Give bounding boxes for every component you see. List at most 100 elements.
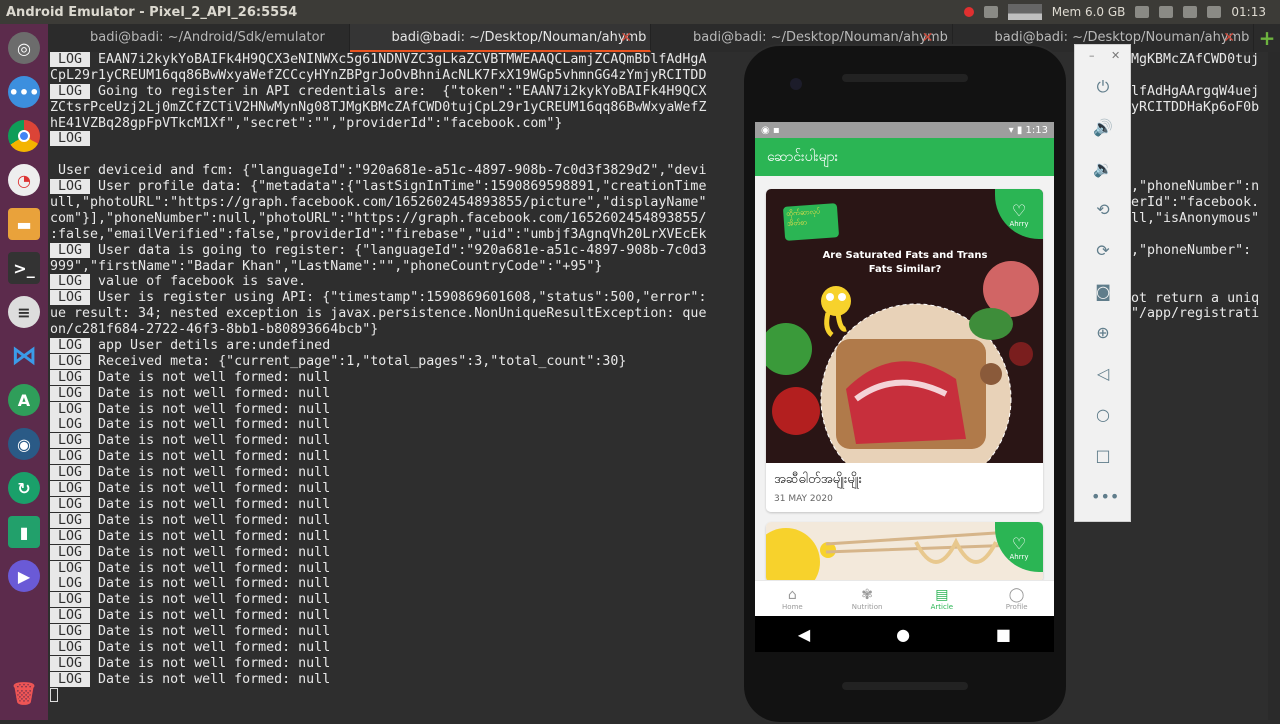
log-tag: LOG [50,179,91,195]
log-text: Date is not well formed: null [90,385,331,401]
tab-label: badi@badi: ~/Desktop/Nouman/ahymb [693,30,948,45]
media-player-icon[interactable]: ▶ [8,560,40,592]
log-text: ue result: 34; nested exception is javax… [50,306,707,322]
log-text: Date is not well formed: null [90,401,331,417]
back-icon[interactable]: ◁ [1091,362,1115,386]
record-icon[interactable] [963,7,974,17]
log-line: LOG Date is not well formed: null [50,655,1268,672]
ubuntu-icon[interactable]: ◎ [8,32,40,64]
disk-icon[interactable]: ≡ [8,296,40,328]
volume-down-icon[interactable]: 🔉 [1091,157,1115,181]
log-text: Date is not well formed: null [90,608,331,624]
recents-icon[interactable]: ■ [996,625,1011,644]
log-line-overflow: MgKBMcZAfCWD0tuj [1131,52,1260,67]
log-line: LOG Date is not well formed: null [50,608,1268,624]
chat-icon[interactable]: ••• [8,76,40,108]
trash-icon[interactable]: 🗑 [8,678,40,710]
tab-emulator[interactable]: badi@badi: ~/Android/Sdk/emulator [48,24,350,52]
log-line: LOG Date is not well formed: null [50,592,1268,608]
more-icon[interactable]: ••• [1091,485,1119,509]
camera-icon[interactable]: ◙ [1091,280,1115,304]
android-status-bar: ◉ ▪ ▾ ▮ 1:13 [755,122,1054,138]
log-text: app User detils are:undefined [90,338,331,354]
nav-nutrition[interactable]: ✾ Nutrition [830,581,905,616]
emulator-icon[interactable]: ▮ [8,516,40,548]
terminal-icon[interactable]: >_ [8,252,40,284]
chrome-icon[interactable] [8,120,40,152]
vscode-icon[interactable]: ⋈ [8,340,40,372]
log-line: LOG Date is not well formed: null [50,624,1268,640]
badge-label: Ahrry [1009,219,1029,228]
minimize-icon[interactable]: – [1089,49,1095,62]
volume-up-icon[interactable]: 🔊 [1091,116,1115,140]
nav-label: Profile [1005,602,1028,611]
cursor [50,687,58,702]
speaker-grille [842,74,968,82]
pie-app-icon[interactable]: ◔ [8,164,40,196]
tab-label: badi@badi: ~/Desktop/Nouman/ahymb [391,30,647,45]
remote-desktop-icon[interactable]: ◉ [8,428,40,460]
log-text: Date is not well formed: null [90,624,331,640]
log-text: hE41VZBq28gpFpVTkcM1Xf","secret":"","pro… [50,115,563,131]
log-line: LOG Date is not well formed: null [50,576,1268,592]
bottom-navigation: ⌂ Home ✾ Nutrition ▤ Article ◯ Profile [755,580,1054,616]
back-icon[interactable]: ◀ [798,625,810,644]
rotate-right-icon[interactable]: ⟳ [1091,239,1115,263]
close-icon[interactable]: ✕ [620,24,632,52]
home-button-icon[interactable]: ● [896,625,910,644]
article-card[interactable]: ထိုက်ဆာလုပ် အိတ်စာ Are Saturated Fats an… [766,189,1043,512]
log-line-overflow: yRCITDDHaKp6oF0b [1131,99,1260,115]
zoom-icon[interactable]: ⊕ [1091,321,1115,345]
app-bar: ဆောင်းပါးများ [755,138,1054,176]
log-line: LOG Date is not well formed: null [50,560,1268,577]
tab-ahymb-1[interactable]: badi@badi: ~/Desktop/Nouman/ahymb ✕ [349,24,651,52]
article-image: ထိုက်ဆာလုပ် အိတ်စာ Are Saturated Fats an… [766,189,1043,463]
new-tab-button[interactable]: + [1254,24,1280,52]
power-icon[interactable]: ⏻ [1091,75,1115,99]
network-icon[interactable] [1183,6,1198,18]
log-line: LOG Date is not well formed: null [50,639,1268,656]
log-tag: LOG [50,417,91,433]
nav-label: Home [782,602,803,611]
brand-logo-text: ထိုက်ဆာလုပ် အိတ်စာ [786,207,821,228]
tray-icon[interactable] [983,6,998,18]
terminal-scrollbar[interactable] [1268,52,1280,720]
article-image: ♡ Ahrry [766,522,1043,582]
close-icon[interactable]: ✕ [1111,49,1120,62]
log-text: User deviceid and fcm: {"languageId":"92… [50,163,707,179]
log-text: Date is not well formed: null [90,655,331,671]
log-tag: LOG [50,576,91,592]
article-date: 31 MAY 2020 [774,494,833,504]
badge-label: Ahrry [1009,552,1029,561]
top-panel: Android Emulator - Pixel_2_API_26:5554 M… [0,0,1280,24]
emulator-toolbar: – ✕ ⏻ 🔊 🔉 ⟲ ⟳ ◙ ⊕ ◁ ○ □ ••• [1074,44,1131,522]
log-text: Date is not well formed: null [90,671,331,687]
log-text: on/c281f684-2722-46f3-8bb1-b80893664bcb"… [50,322,379,338]
memory-indicator[interactable]: Mem 6.0 GB [1052,5,1126,19]
speaker-grille-bottom [842,682,968,690]
log-text: Date is not well formed: null [90,592,331,608]
status-time-text: 1:13 [1025,124,1048,136]
log-tag: LOG [50,131,91,147]
keyboard-icon[interactable] [1159,6,1174,18]
article-card[interactable]: ♡ Ahrry [766,522,1043,582]
nav-home[interactable]: ⌂ Home [755,581,830,616]
files-icon[interactable]: ▬ [8,208,40,240]
rotate-left-icon[interactable]: ⟲ [1091,198,1115,222]
update-icon[interactable]: ↻ [8,472,40,504]
window-title: Android Emulator - Pixel_2_API_26:5554 [6,4,298,20]
nav-article[interactable]: ▤ Article [905,581,980,616]
profile-icon: ◯ [1008,586,1025,603]
log-line-overflow: ll,"isAnonymous" [1131,211,1260,226]
home-circle-icon[interactable]: ○ [1091,403,1115,427]
clock[interactable]: 01:13 [1231,5,1266,19]
close-icon[interactable]: ✕ [1223,24,1235,52]
battery-icon[interactable] [1207,6,1222,18]
brand-logo: ထိုက်ဆာလုပ် အိတ်စာ [782,203,840,241]
android-studio-icon[interactable]: A [8,384,40,416]
sound-icon[interactable] [1135,6,1150,18]
overview-icon[interactable]: □ [1091,444,1115,468]
nav-profile[interactable]: ◯ Profile [979,581,1054,616]
log-line-overflow: ,"phoneNumber": [1131,242,1252,258]
tab-label: badi@badi: ~/Android/Sdk/emulator [90,30,325,45]
